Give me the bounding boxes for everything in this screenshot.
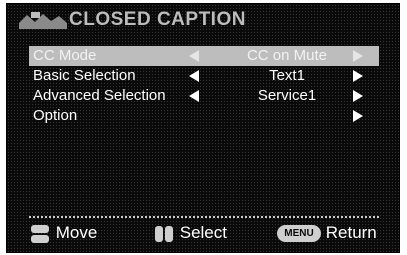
select-hint: Select bbox=[153, 223, 227, 244]
move-label: Move bbox=[55, 223, 98, 242]
left-arrow-icon[interactable] bbox=[189, 66, 203, 85]
right-arrow-icon[interactable] bbox=[353, 66, 367, 85]
return-label: Return bbox=[325, 223, 377, 242]
footer-divider bbox=[29, 216, 379, 218]
menu-key-icon: MENU bbox=[277, 225, 321, 243]
return-hint: MENU Return bbox=[277, 223, 377, 243]
left-arrow-icon[interactable] bbox=[189, 46, 203, 65]
row-value: CC on Mute bbox=[246, 47, 328, 64]
row-label: Option bbox=[33, 107, 78, 124]
page-title: CLOSED CAPTION bbox=[69, 9, 246, 30]
right-arrow-icon[interactable] bbox=[353, 86, 367, 105]
menu-row-option[interactable]: Option bbox=[29, 106, 379, 126]
row-value: Text1 bbox=[269, 67, 305, 84]
menu-row-cc-mode[interactable]: CC Mode CC on Mute bbox=[29, 46, 379, 66]
select-label: Select bbox=[179, 223, 227, 242]
row-label: Basic Selection bbox=[33, 67, 136, 84]
row-label: CC Mode bbox=[33, 47, 97, 64]
row-label: Advanced Selection bbox=[33, 87, 166, 104]
background-pattern bbox=[7, 4, 399, 252]
menu-row-advanced-selection[interactable]: Advanced Selection Service1 bbox=[29, 86, 379, 106]
key-guide: Move Select MENU Return bbox=[7, 221, 399, 249]
move-hint: Move bbox=[29, 223, 97, 243]
right-arrow-icon[interactable] bbox=[353, 106, 367, 125]
up-down-keys-icon bbox=[29, 224, 51, 243]
menu-header: CLOSED CAPTION bbox=[7, 4, 399, 34]
osd-screen: CLOSED CAPTION CC Mode CC on Mute Basic … bbox=[6, 3, 400, 253]
left-arrow-icon[interactable] bbox=[189, 86, 203, 105]
menu-row-basic-selection[interactable]: Basic Selection Text1 bbox=[29, 66, 379, 86]
right-arrow-icon[interactable] bbox=[353, 46, 367, 65]
tv-screen-icon bbox=[19, 12, 67, 29]
row-value: Service1 bbox=[257, 87, 317, 104]
left-right-keys-icon bbox=[153, 224, 175, 244]
